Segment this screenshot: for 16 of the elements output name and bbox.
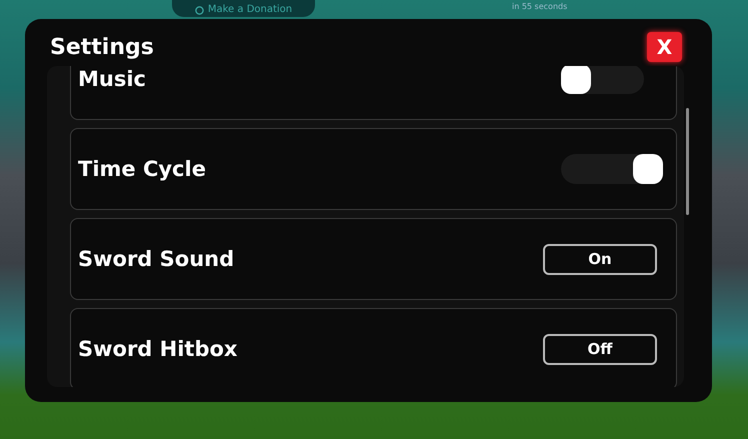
setting-label: Music (78, 67, 146, 91)
toggle-button[interactable]: On (543, 244, 657, 274)
panel-title: Settings (50, 34, 154, 60)
donation-button[interactable]: Make a Donation (172, 0, 315, 17)
coin-icon (194, 6, 204, 15)
toggle-switch[interactable] (561, 154, 663, 184)
toggle-button[interactable]: Off (543, 334, 657, 364)
toggle-knob[interactable] (561, 66, 591, 94)
setting-label: Sword Hitbox (78, 337, 238, 361)
notice-text: in 55 seconds (512, 2, 568, 11)
setting-label: Time Cycle (78, 157, 206, 181)
toggle-switch[interactable] (561, 66, 644, 94)
close-button[interactable]: X (647, 32, 682, 62)
toggle-knob[interactable] (633, 154, 663, 184)
scrollbar-thumb[interactable] (686, 108, 689, 215)
setting-label: Sword Sound (78, 247, 234, 271)
